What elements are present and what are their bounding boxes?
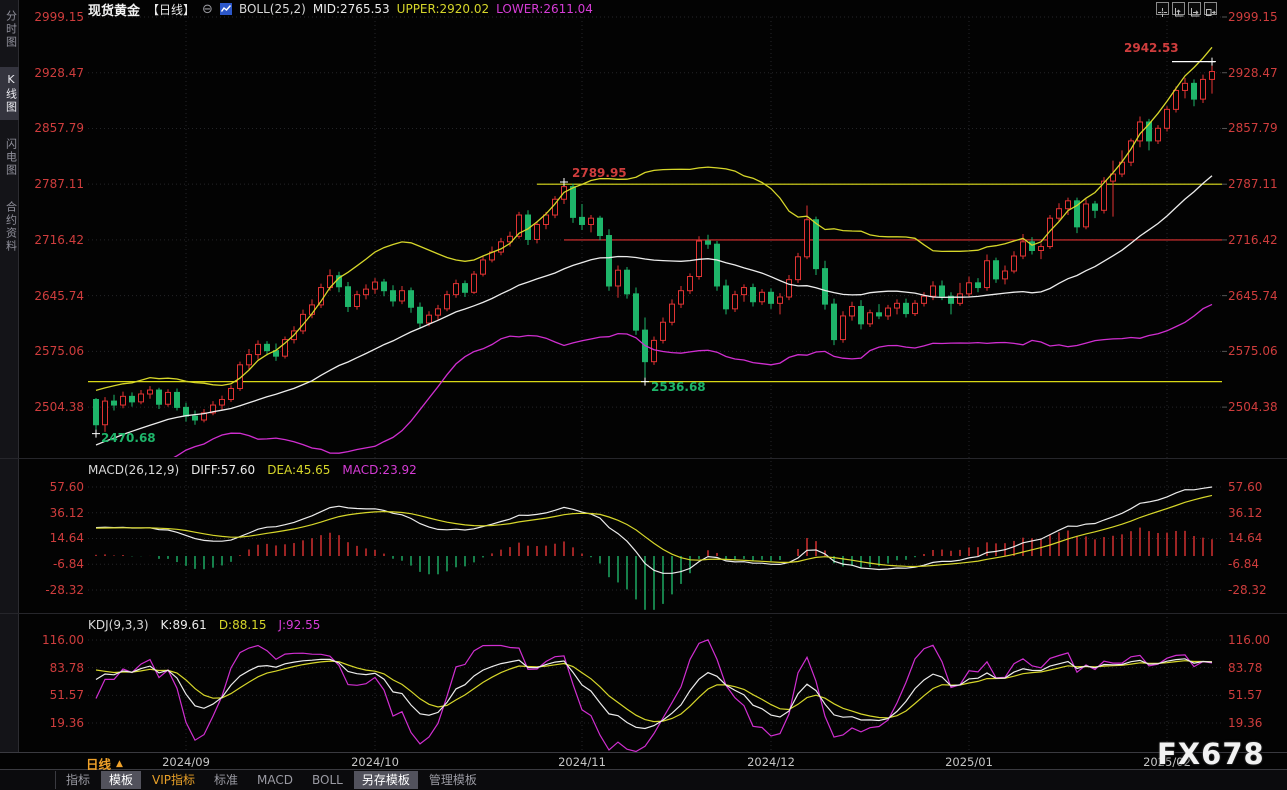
- macd-macd-value: MACD:23.92: [342, 463, 416, 477]
- kdj-d-value: D:88.15: [219, 618, 267, 632]
- kdj-k-value: K:89.61: [161, 618, 207, 632]
- chart-header: 现货黄金 【日线】 ⊖ BOLL(25,2) MID:2765.53 UPPER…: [88, 1, 593, 17]
- watermark: FX678: [1157, 737, 1265, 771]
- pane-shift-icon[interactable]: [1204, 2, 1217, 15]
- x-axis-zoom-icon[interactable]: [1188, 2, 1201, 15]
- macd-dea-value: DEA:45.65: [267, 463, 330, 477]
- sidebar-item-contract-info[interactable]: 合约资料: [0, 195, 19, 259]
- tab-6[interactable]: 另存模板: [354, 771, 418, 789]
- price-annotation-high: 2942.53: [1124, 41, 1179, 55]
- macd-diff-value: DIFF:57.60: [191, 463, 255, 477]
- boll-lower-value: LOWER:2611.04: [496, 2, 593, 16]
- y-axis-zoom-icon[interactable]: [1172, 2, 1185, 15]
- period-label: 【日线】: [147, 1, 195, 18]
- boll-upper-value: UPPER:2920.02: [397, 2, 489, 16]
- sidebar-item-kline-chart[interactable]: K线图: [0, 67, 19, 120]
- sidebar-item-time-chart[interactable]: 分时图: [0, 4, 19, 55]
- triangle-up-icon: ▲: [116, 759, 123, 769]
- trading-app-window: 2999.152999.152928.472928.472857.792857.…: [0, 0, 1287, 790]
- tab-5[interactable]: BOLL: [304, 771, 351, 789]
- tab-0[interactable]: 指标: [58, 771, 98, 789]
- symbol-name: 现货黄金: [88, 0, 140, 19]
- tab-bar-divider: [55, 771, 56, 789]
- tab-4[interactable]: MACD: [249, 771, 301, 789]
- price-annotation-peak-oct: 2789.95: [572, 166, 627, 180]
- panel-separator: [0, 613, 1287, 614]
- chart-canvas[interactable]: [0, 0, 1287, 790]
- price-annotation-low-nov: 2536.68: [651, 380, 706, 394]
- timeline-top-border: [0, 752, 1287, 753]
- crosshair-icon[interactable]: [1156, 2, 1169, 15]
- tab-1[interactable]: 模板: [101, 771, 141, 789]
- kdj-j-value: J:92.55: [278, 618, 320, 632]
- boll-params-label: BOLL(25,2): [239, 2, 306, 16]
- sidebar-item-lightning-chart[interactable]: 闪电图: [0, 132, 19, 183]
- macd-params-label: MACD(26,12,9): [88, 463, 179, 477]
- bottom-tab-bar: 指标模板VIP指标标准MACDBOLL另存模板管理模板: [0, 770, 1287, 790]
- tab-3[interactable]: 标准: [206, 771, 246, 789]
- chart-type-sidebar: 分时图 K线图闪电图合约资料: [0, 0, 19, 752]
- kdj-header: KDJ(9,3,3) K:89.61 D:88.15 J:92.55: [88, 618, 320, 632]
- macd-header: MACD(26,12,9) DIFF:57.60 DEA:45.65 MACD:…: [88, 463, 417, 477]
- chart-toolbar: [1156, 2, 1217, 15]
- panel-separator: [0, 458, 1287, 459]
- indicator-icon: [220, 3, 232, 15]
- tab-7[interactable]: 管理模板: [421, 771, 485, 789]
- tab-2[interactable]: VIP指标: [144, 771, 203, 789]
- price-annotation-low-aug: 2470.68: [101, 431, 156, 445]
- collapse-icon[interactable]: ⊖: [202, 2, 213, 17]
- kdj-params-label: KDJ(9,3,3): [88, 618, 149, 632]
- boll-mid-value: MID:2765.53: [313, 2, 390, 16]
